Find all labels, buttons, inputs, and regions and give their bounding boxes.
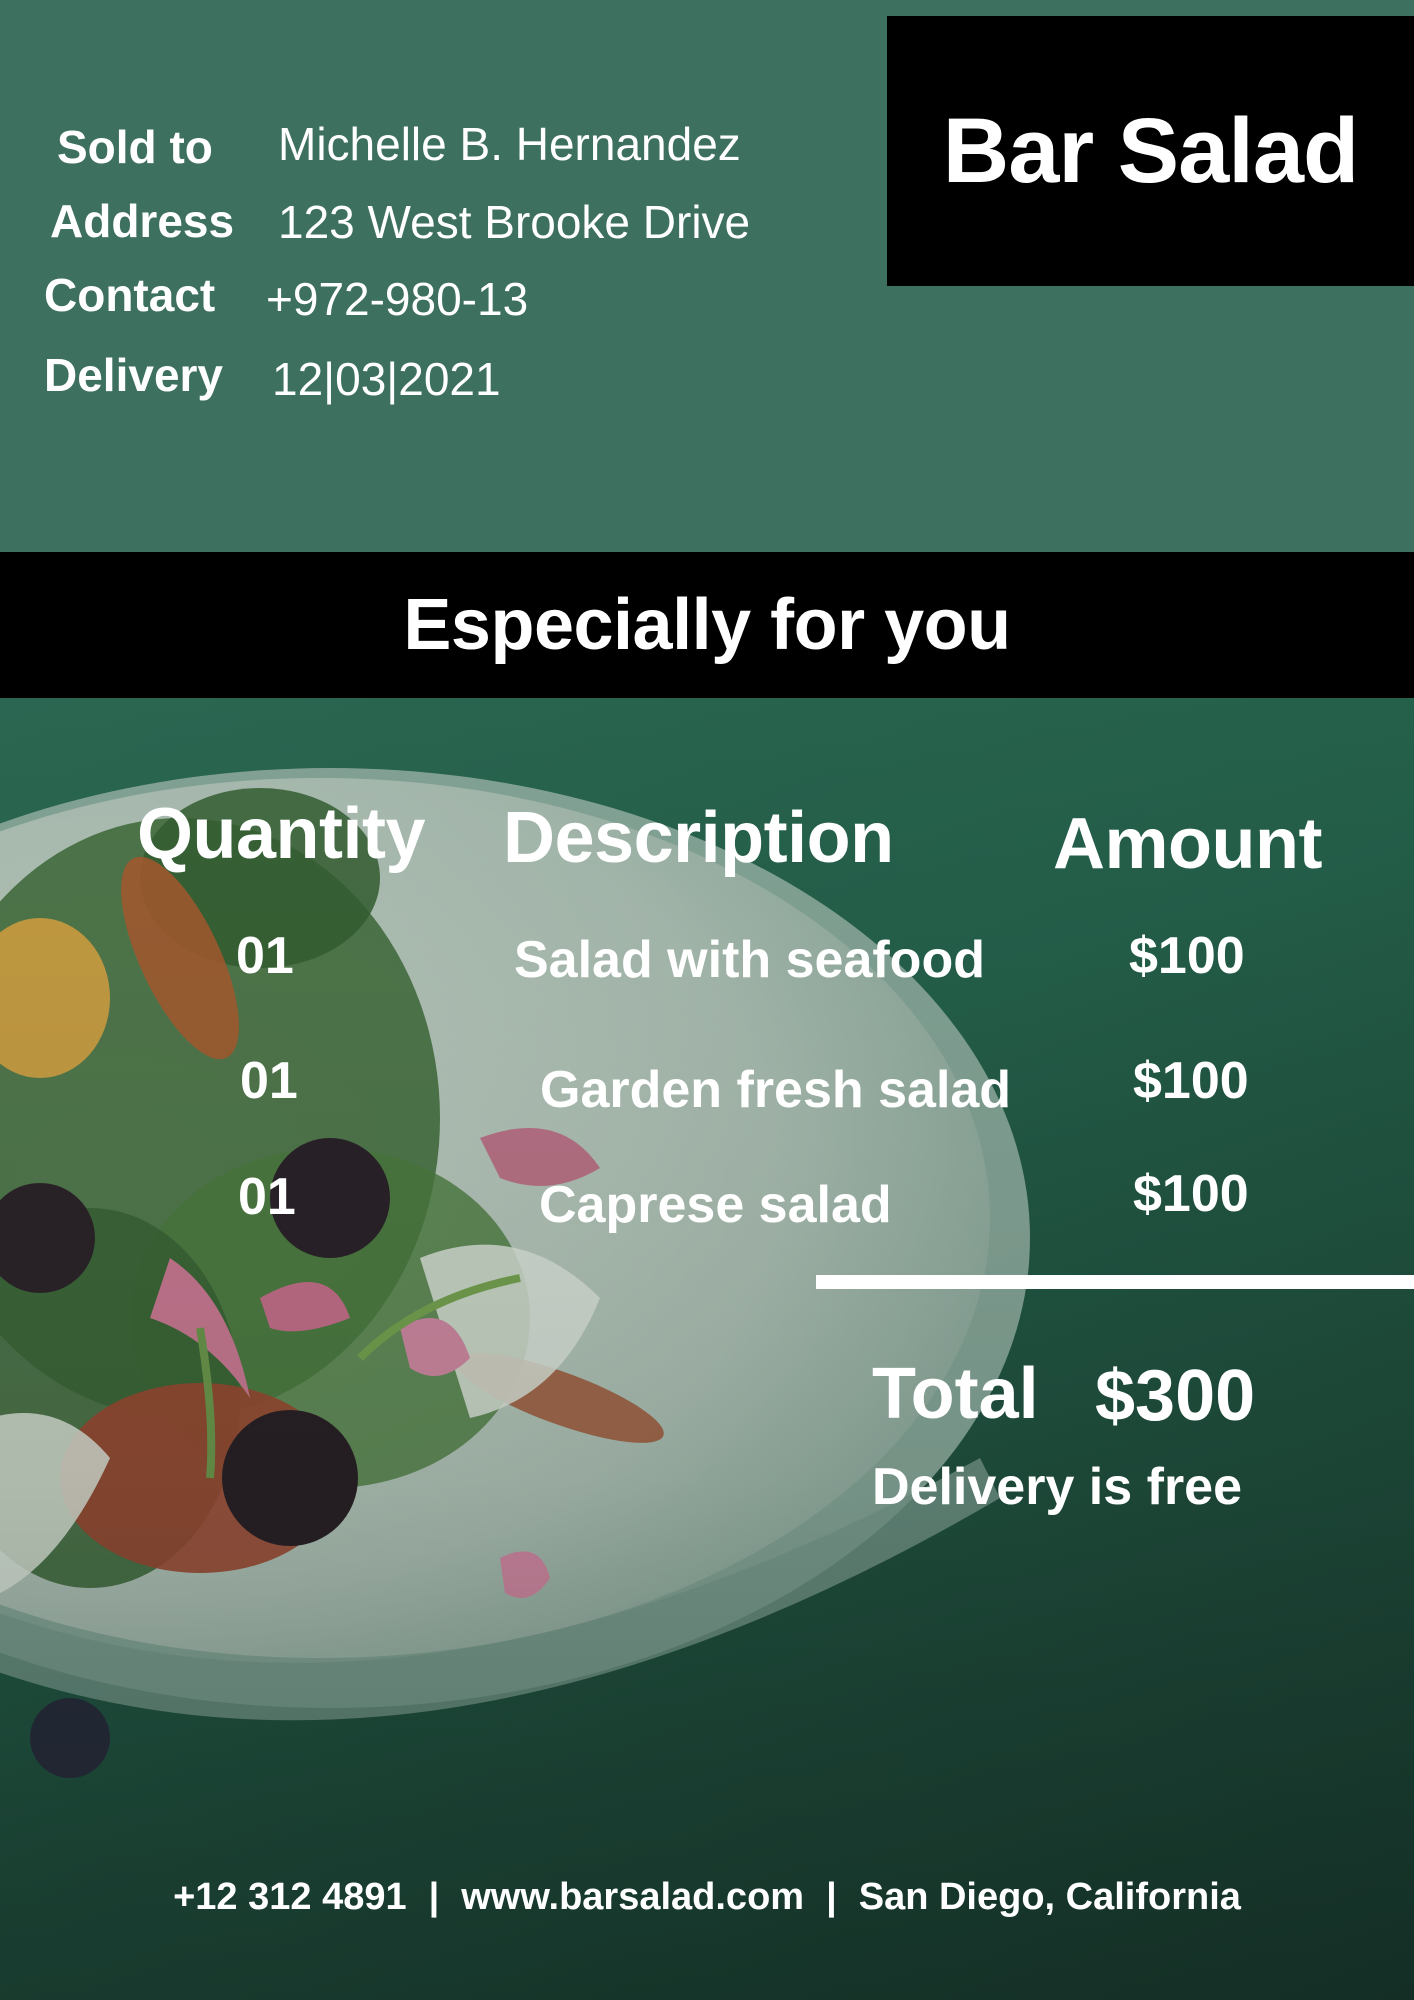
headline-banner: Especially for you xyxy=(0,552,1414,698)
address-label: Address xyxy=(50,195,235,247)
sold-to-row: Sold to xyxy=(57,120,213,174)
row-3-description: Caprese salad xyxy=(539,1176,892,1234)
row-2-amount: $100 xyxy=(1133,1052,1249,1110)
row-1-description: Salad with seafood xyxy=(514,931,985,989)
delivery-note: Delivery is free xyxy=(872,1458,1243,1516)
delivery-label: Delivery xyxy=(44,349,224,401)
delivery-row: Delivery xyxy=(44,348,223,402)
brand-name: Bar Salad xyxy=(942,99,1359,202)
footer-contact: +12 312 4891 | www.barsalad.com | San Diego,… xyxy=(0,1876,1414,1919)
photo-shade-overlay xyxy=(0,698,1414,2000)
contact-label: Contact xyxy=(44,269,216,321)
contact-value: +972-980-13 xyxy=(266,273,529,325)
amount-header: Amount xyxy=(1053,804,1322,884)
description-header: Description xyxy=(503,798,894,878)
sold-to-value: Michelle B. Hernandez xyxy=(278,118,741,170)
row-2-quantity: 01 xyxy=(240,1052,298,1110)
footer-separator: | xyxy=(428,1876,440,1918)
headline-text: Especially for you xyxy=(403,585,1011,665)
footer-website[interactable]: www.barsalad.com xyxy=(461,1876,804,1918)
brand-box: Bar Salad xyxy=(887,16,1414,286)
footer-phone: +12 312 4891 xyxy=(173,1876,407,1918)
quantity-header: Quantity xyxy=(137,794,426,874)
row-1-quantity: 01 xyxy=(236,927,294,985)
delivery-value-wrap: 12|03|2021 xyxy=(272,352,501,406)
salad-photo xyxy=(0,698,1414,2000)
sold-to-value-wrap: Michelle B. Hernandez xyxy=(278,117,741,171)
row-1-amount: $100 xyxy=(1129,927,1245,985)
footer-location: San Diego, California xyxy=(858,1876,1241,1918)
contact-value-wrap: +972-980-13 xyxy=(266,272,528,326)
delivery-value: 12|03|2021 xyxy=(272,353,501,405)
row-3-quantity: 01 xyxy=(238,1168,296,1226)
address-row: Address xyxy=(50,194,234,248)
total-value: $300 xyxy=(1095,1356,1256,1436)
sold-to-label: Sold to xyxy=(57,121,213,173)
address-value: 123 West Brooke Drive xyxy=(278,196,751,248)
total-divider xyxy=(816,1275,1414,1289)
row-2-description: Garden fresh salad xyxy=(540,1061,1012,1119)
total-label: Total xyxy=(872,1354,1039,1434)
contact-row: Contact xyxy=(44,268,215,322)
footer-separator: | xyxy=(826,1876,837,1918)
address-value-wrap: 123 West Brooke Drive xyxy=(278,195,750,249)
row-3-amount: $100 xyxy=(1133,1165,1249,1223)
